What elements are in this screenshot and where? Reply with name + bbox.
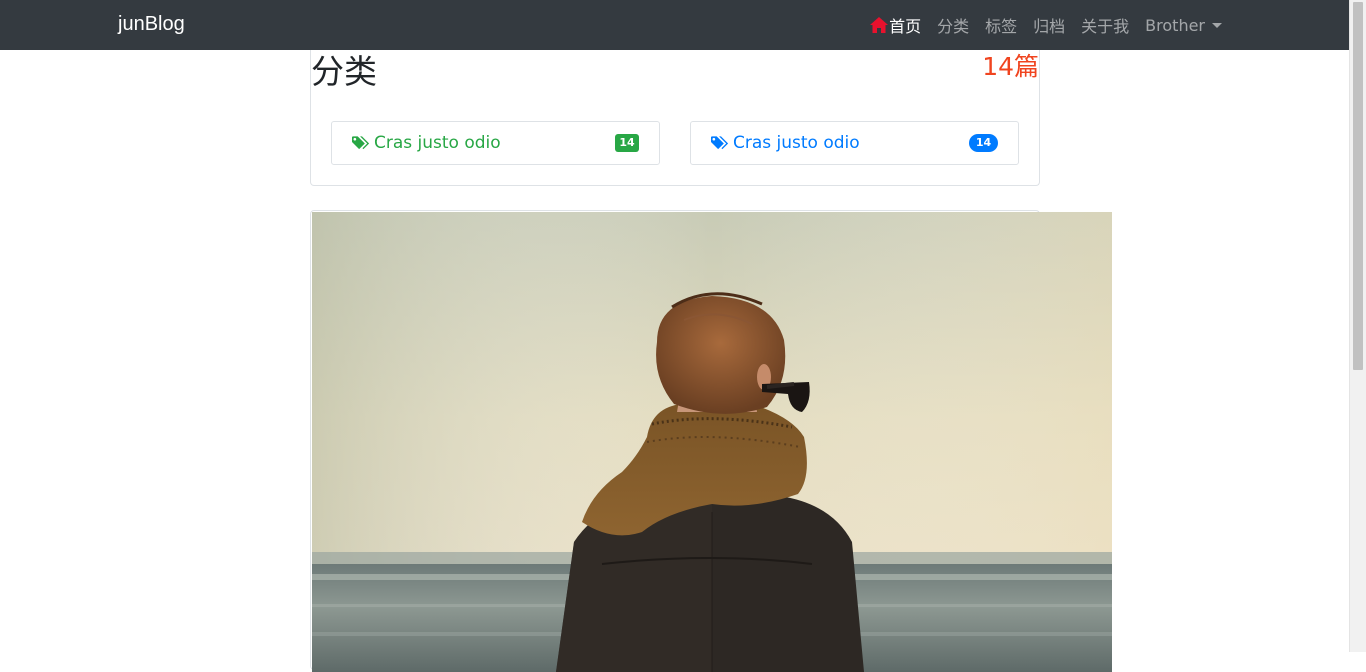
nav-item-archive[interactable]: 归档 xyxy=(1033,13,1065,37)
nav-item-tags[interactable]: 标签 xyxy=(985,13,1017,37)
nav-item-label: 首页 xyxy=(889,17,922,36)
nav-item-about[interactable]: 关于我 xyxy=(1081,13,1129,37)
nav-item-home[interactable]: 首页 xyxy=(870,13,921,37)
dropdown-label: Brother xyxy=(1145,15,1205,35)
tags-icon xyxy=(711,136,729,150)
category-count-badge: 14 xyxy=(969,134,998,152)
scrollbar-thumb[interactable] xyxy=(1353,2,1363,370)
post-cover-image[interactable] xyxy=(312,212,1112,672)
nav-item-category[interactable]: 分类 xyxy=(937,13,969,37)
category-item-label: Cras justo odio xyxy=(374,133,501,153)
article-count: 14篇 xyxy=(982,52,1039,81)
page-scrollbar[interactable] xyxy=(1349,0,1366,652)
category-item[interactable]: Cras justo odio 14 xyxy=(331,121,660,165)
category-item-label: Cras justo odio xyxy=(733,133,860,153)
category-title: 分类 xyxy=(311,52,377,91)
category-item[interactable]: Cras justo odio 14 xyxy=(690,121,1019,165)
caret-down-icon xyxy=(1212,22,1222,28)
tags-icon xyxy=(352,136,370,150)
cover-photo xyxy=(312,212,1112,672)
brand-logo[interactable]: junBlog xyxy=(118,10,185,38)
category-card: 分类 14篇 Cras justo odio 14 Cras justo odi… xyxy=(310,50,1040,186)
category-count-badge: 14 xyxy=(615,134,639,152)
nav-item-brother-dropdown[interactable]: Brother xyxy=(1145,16,1222,35)
nav-menu: 首页 分类 标签 归档 关于我 Brother xyxy=(870,0,1222,50)
home-icon xyxy=(870,17,889,33)
top-navbar: junBlog 首页 分类 标签 归档 关于我 Brother xyxy=(0,0,1349,50)
